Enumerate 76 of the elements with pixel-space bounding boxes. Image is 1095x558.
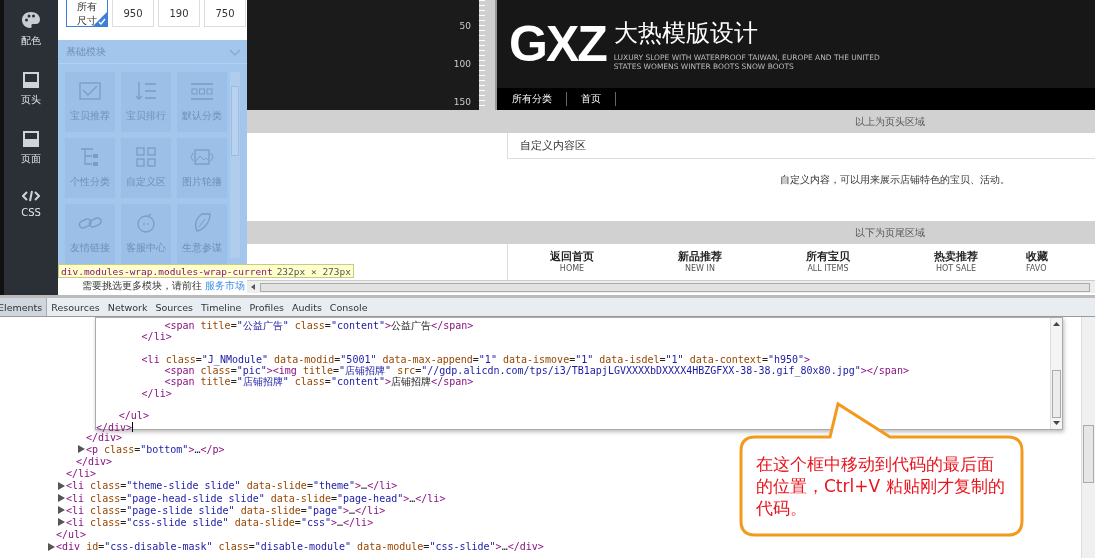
section-title: 自定义内容区 bbox=[520, 138, 586, 153]
code-line: </li> bbox=[141, 331, 172, 343]
nav-link[interactable]: 所有分类 bbox=[512, 92, 567, 106]
footer-link[interactable]: 返回首页 HOME bbox=[508, 250, 636, 280]
footer-link[interactable]: 热卖推荐 HOT SALE bbox=[892, 250, 1020, 280]
code-line: <span class="pic"><img title="店铺招牌" src="//gdp.alicdn.com/tps/i3/TB1apjLGVXXXXbDXXXX4HBZGFXX-38-38.gif_80x80.jpg"></span> bbox=[164, 365, 909, 377]
callout-text: 在这个框中移动到代码的最后面的位置，Ctrl+V 粘贴刚才复制的代码。 bbox=[756, 453, 1006, 519]
code-line: <li class="J_NModule" data-modid="5001" data-max-append="1" data-ismove="1" data-isdel="1" data-context="h950"> bbox=[141, 353, 811, 366]
scrollbar[interactable] bbox=[1050, 318, 1062, 429]
size-option[interactable]: 190 bbox=[158, 0, 200, 27]
code-line: </div> bbox=[96, 421, 133, 433]
scrollbar[interactable] bbox=[230, 72, 240, 258]
dom-node[interactable]: </li> bbox=[66, 468, 97, 480]
code-icon bbox=[22, 190, 40, 202]
code-line: </li> bbox=[141, 387, 172, 400]
code-line: <span title="公益广告" class="content">公益广告</span> bbox=[164, 320, 474, 332]
custom-content-text: 自定义内容，可以用来展示店铺特色的宝贝、活动。 bbox=[779, 173, 1011, 187]
selector-text: div.modules-wrap.modules-wrap-current bbox=[61, 265, 273, 277]
collapsed-arrow-icon[interactable] bbox=[78, 445, 85, 454]
header-layout-icon bbox=[23, 72, 39, 88]
code-line: <span title="店铺招牌" class="content">店铺招牌</span> bbox=[164, 376, 474, 388]
collapsed-arrow-icon[interactable] bbox=[58, 481, 65, 490]
dom-node[interactable]: <li class="theme-slide slide" data-slide="theme">…</li> bbox=[66, 480, 398, 492]
dom-node[interactable]: <li class="page-slide slide" data-slide="page">…</li> bbox=[66, 504, 386, 516]
market-link[interactable]: 服务市场 bbox=[205, 279, 245, 293]
footer-link[interactable]: 收藏 FAVO bbox=[1020, 250, 1060, 280]
ruler-label: 50 bbox=[459, 20, 471, 32]
image-slider-icon bbox=[190, 147, 214, 167]
sort-list-icon bbox=[134, 81, 158, 101]
category-icon bbox=[190, 81, 214, 101]
sidebar-item[interactable]: 页头 bbox=[6, 69, 56, 110]
dom-node[interactable]: </ul> bbox=[56, 529, 87, 541]
devtools-tab[interactable]: Sources bbox=[151, 298, 198, 316]
ruler-label: 150 bbox=[453, 96, 471, 108]
hint-text: 需要挑选更多模块，请前往 bbox=[82, 279, 202, 293]
size-option[interactable]: 950 bbox=[112, 0, 154, 27]
scroll-up-icon[interactable] bbox=[1053, 321, 1060, 326]
banner-title: 大热模版设计 bbox=[613, 18, 759, 49]
devtools-tab[interactable]: Resources bbox=[47, 298, 104, 316]
divider-label: 以下为页尾区域 bbox=[855, 225, 925, 240]
code-line: </ul> bbox=[118, 410, 149, 422]
dom-node[interactable]: </div> bbox=[76, 455, 113, 467]
scrollbar[interactable] bbox=[1081, 317, 1095, 558]
collapsed-arrow-icon[interactable] bbox=[58, 506, 65, 515]
page-layout-icon bbox=[23, 131, 39, 147]
divider-label: 以上为页头区域 bbox=[855, 114, 925, 129]
devtools-tab[interactable]: Console bbox=[325, 298, 372, 316]
size-option[interactable]: 所有尺寸 bbox=[66, 0, 108, 27]
footer-link[interactable]: 所有宝贝 ALL ITEMS bbox=[764, 250, 892, 280]
horizontal-scrollbar[interactable] bbox=[247, 280, 1095, 293]
nav-link[interactable]: 首页 bbox=[581, 92, 616, 106]
dom-node[interactable]: <div id="css-disable-mask" class="disable-module" data-module="css-slide">…</div> bbox=[56, 541, 544, 553]
dom-node[interactable]: <p class="bottom">…</p> bbox=[86, 443, 225, 455]
devtools-tab[interactable]: Network bbox=[103, 298, 152, 316]
dom-node[interactable]: </div> bbox=[86, 431, 123, 443]
dom-node[interactable]: <li class="page-head-slide slide" data-slide="page-head">…</li> bbox=[66, 492, 446, 504]
footer-link[interactable]: 新品推荐 NEW IN bbox=[636, 250, 764, 280]
collapsed-arrow-icon[interactable] bbox=[58, 518, 65, 527]
devtools-tab[interactable]: Timeline bbox=[197, 298, 246, 316]
devtools-tab[interactable]: Audits bbox=[287, 298, 326, 316]
devtools-tab[interactable]: Profiles bbox=[245, 298, 288, 316]
sidebar-item[interactable]: 页面 bbox=[6, 128, 56, 169]
size-option[interactable]: 750 bbox=[204, 0, 246, 27]
scroll-left-icon[interactable] bbox=[249, 283, 257, 291]
collapsed-arrow-icon[interactable] bbox=[58, 494, 65, 503]
code-editor[interactable] bbox=[95, 317, 1063, 430]
collapsed-arrow-icon[interactable] bbox=[48, 542, 55, 551]
ruler-label: 100 bbox=[453, 58, 471, 70]
grid-icon bbox=[134, 147, 158, 167]
palette-icon bbox=[21, 11, 41, 29]
sidebar-item[interactable]: 配色 bbox=[6, 8, 56, 51]
sidebar-item[interactable]: CSS bbox=[6, 187, 56, 221]
size-text: 232px × 273px bbox=[276, 265, 351, 277]
scroll-down-icon[interactable] bbox=[1053, 421, 1060, 426]
shop-logo: GXZ bbox=[509, 15, 606, 73]
dom-node[interactable]: <li class="css-slide slide" data-slide="css">…</li> bbox=[66, 516, 374, 528]
